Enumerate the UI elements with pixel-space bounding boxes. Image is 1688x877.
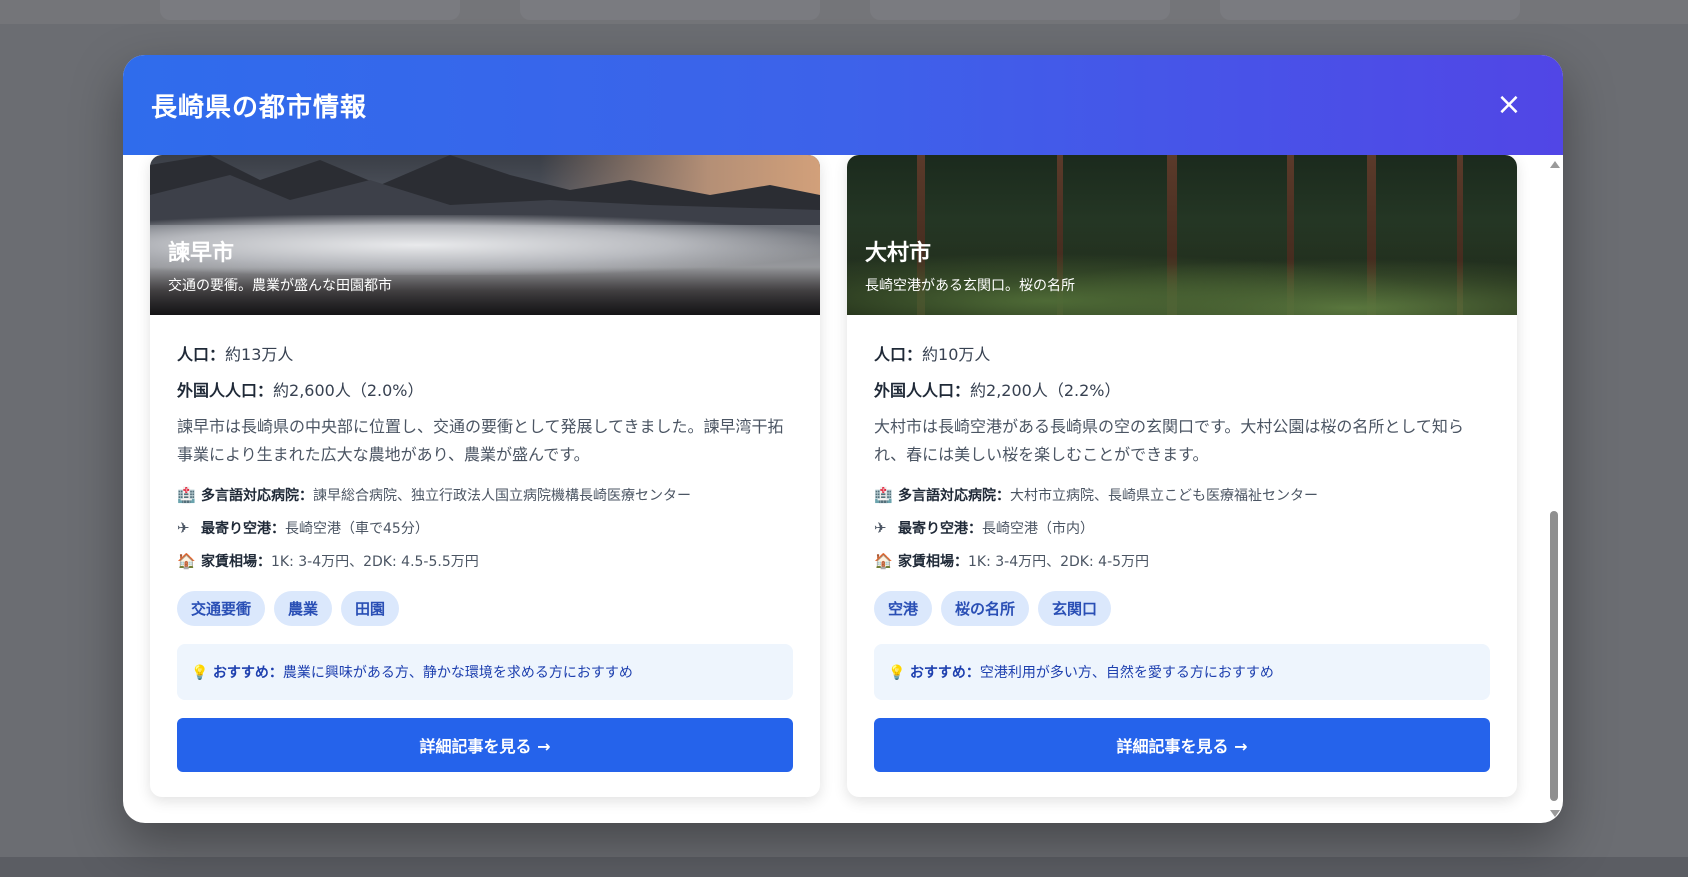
airplane-icon: ✈ <box>177 519 190 537</box>
background-card <box>520 0 820 20</box>
tag: 農業 <box>274 591 333 626</box>
view-details-button[interactable]: 詳細記事を見る → <box>177 718 793 772</box>
hospital-icon: 🏥 <box>177 486 196 504</box>
background-card <box>870 0 1170 20</box>
city-image: 大村市 長崎空港がある玄関口。桜の名所 <box>847 155 1517 315</box>
house-icon: 🏠 <box>177 552 196 570</box>
foreign-population-stat: 外国人人口：約2,600人（2.0%） <box>177 381 424 400</box>
foreign-population-stat: 外国人人口：約2,200人（2.2%） <box>874 381 1121 400</box>
view-details-button[interactable]: 詳細記事を見る → <box>874 718 1490 772</box>
house-icon: 🏠 <box>874 552 893 570</box>
city-image: 諫早市 交通の要衝。農業が盛んな田園都市 <box>150 155 820 315</box>
population-stat: 人口：約13万人 <box>177 345 294 364</box>
hospital-info: 🏥 多言語対応病院： 大村市立病院、長崎県立こども医療福祉センター <box>874 486 1318 504</box>
scrollbar-thumb[interactable] <box>1550 511 1558 801</box>
city-name: 大村市 <box>865 241 932 266</box>
airport-info: ✈ 最寄り空港： 長崎空港（市内） <box>874 519 1094 537</box>
city-tagline: 交通の要衝。農業が盛んな田園都市 <box>168 278 392 294</box>
background-card <box>160 0 460 20</box>
city-tagline: 長崎空港がある玄関口。桜の名所 <box>865 278 1075 294</box>
scroll-down-arrow-icon[interactable] <box>1550 810 1560 817</box>
recommendation-box: 💡 おすすめ：農業に興味がある方、静かな環境を求める方におすすめ <box>177 644 793 700</box>
city-description: 諫早市は長崎県の中央部に位置し、交通の要衝として発展してきました。諫早湾干拓事業… <box>177 417 784 464</box>
tag: 空港 <box>874 591 933 626</box>
tag-list: 交通要衝 農業 田園 <box>177 591 793 626</box>
lightbulb-icon: 💡 <box>191 665 209 681</box>
modal-scrollbar[interactable] <box>1547 155 1561 823</box>
hospital-icon: 🏥 <box>874 486 893 504</box>
tag-list: 空港 桜の名所 玄関口 <box>874 591 1490 626</box>
city-description: 大村市は長崎空港がある長崎県の空の玄関口です。大村公園は桜の名所として知られ、春… <box>874 417 1464 464</box>
tag: 桜の名所 <box>941 591 1030 626</box>
airport-info: ✈ 最寄り空港： 長崎空港（車で45分） <box>177 519 429 537</box>
city-card-list: 諫早市 交通の要衝。農業が盛んな田園都市 人口：約13万人 外国人人口：約2,6… <box>150 155 1517 797</box>
recommendation-box: 💡 おすすめ：空港利用が多い方、自然を愛する方におすすめ <box>874 644 1490 700</box>
rent-info: 🏠 家賃相場： 1K: 3-4万円、2DK: 4.5-5.5万円 <box>177 552 479 570</box>
background-card <box>1220 0 1520 20</box>
close-button[interactable]: × <box>1491 87 1527 123</box>
city-name: 諫早市 <box>168 241 235 266</box>
modal-body[interactable]: 諫早市 交通の要衝。農業が盛んな田園都市 人口：約13万人 外国人人口：約2,6… <box>123 155 1563 823</box>
tag: 玄関口 <box>1038 591 1112 626</box>
airplane-icon: ✈ <box>874 519 887 537</box>
rent-info: 🏠 家賃相場： 1K: 3-4万円、2DK: 4-5万円 <box>874 552 1150 570</box>
tag: 交通要衝 <box>177 591 266 626</box>
population-stat: 人口：約10万人 <box>874 345 991 364</box>
city-info-modal: 長崎県の都市情報 × 諫早市 交通の要衝。農業が盛んな田園都市 人口：約13万人… <box>123 55 1563 823</box>
tag: 田園 <box>341 591 400 626</box>
modal-title: 長崎県の都市情報 <box>151 92 368 123</box>
city-card-omura: 大村市 長崎空港がある玄関口。桜の名所 人口：約10万人 外国人人口：約2,20… <box>847 155 1517 797</box>
close-icon: × <box>1496 87 1522 122</box>
city-card-isahaya: 諫早市 交通の要衝。農業が盛んな田園都市 人口：約13万人 外国人人口：約2,6… <box>150 155 820 797</box>
modal-header: 長崎県の都市情報 × <box>123 55 1563 155</box>
lightbulb-icon: 💡 <box>888 665 906 681</box>
hospital-info: 🏥 多言語対応病院： 諫早総合病院、独立行政法人国立病院機構長崎医療センター <box>177 486 691 504</box>
background-footer <box>0 857 1688 877</box>
scroll-up-arrow-icon[interactable] <box>1550 161 1560 168</box>
